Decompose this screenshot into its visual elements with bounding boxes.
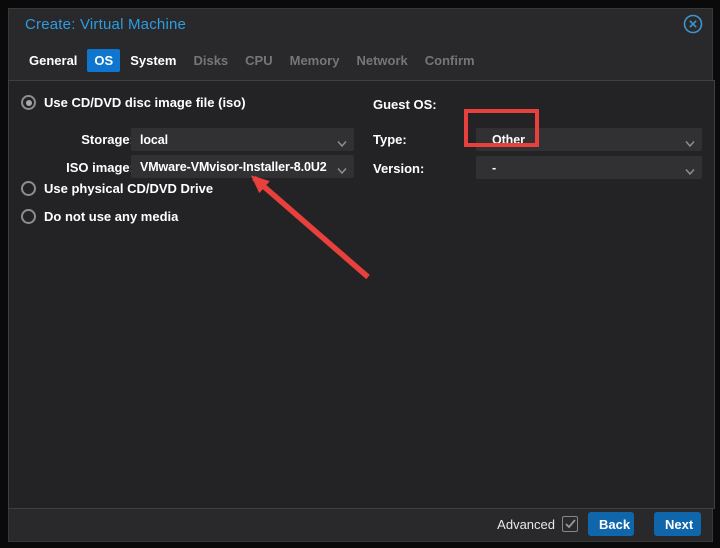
iso-image-dropdown[interactable]: VMware-VMvisor-Installer-8.0U2 (131, 155, 354, 178)
chevron-down-icon (685, 135, 695, 153)
advanced-label: Advanced (497, 516, 555, 532)
iso-image-label: ISO image: (66, 160, 134, 175)
create-vm-dialog: Create: Virtual Machine General OS Syste… (8, 8, 715, 542)
guest-os-version-value: - (492, 160, 497, 175)
radio-physical-drive[interactable]: Use physical CD/DVD Drive (21, 181, 213, 196)
guest-os-heading: Guest OS: (373, 97, 437, 112)
tab-os[interactable]: OS (87, 48, 121, 72)
storage-value: local (140, 132, 168, 147)
guest-os-version-dropdown[interactable]: - (476, 156, 702, 179)
dialog-title: Create: Virtual Machine (25, 16, 187, 33)
radio-use-iso-label: Use CD/DVD disc image file (iso) (44, 95, 246, 110)
chevron-down-icon (337, 162, 347, 180)
chevron-down-icon (337, 135, 347, 153)
tab-disks: Disks (193, 52, 229, 68)
tab-general[interactable]: General (22, 49, 84, 72)
radio-unselected-icon[interactable] (21, 181, 36, 196)
type-label: Type: (373, 132, 407, 147)
radio-physical-label: Use physical CD/DVD Drive (44, 181, 214, 196)
version-label: Version: (373, 161, 425, 176)
radio-unselected-icon[interactable] (21, 209, 36, 224)
next-button[interactable]: Next (654, 512, 701, 536)
os-form-panel: Use CD/DVD disc image file (iso) Storage… (8, 80, 715, 509)
radio-no-media[interactable]: Do not use any media (21, 209, 178, 224)
dialog-footer: Advanced Back Next (9, 507, 712, 541)
dialog-titlebar: Create: Virtual Machine (9, 9, 712, 41)
back-button[interactable]: Back (588, 512, 634, 536)
check-icon (564, 519, 576, 529)
wizard-tabs: General OS System Disks CPU Memory Netwo… (22, 48, 485, 72)
radio-use-iso[interactable]: Use CD/DVD disc image file (iso) (21, 95, 246, 110)
tab-confirm: Confirm (424, 52, 475, 68)
radio-selected-icon[interactable] (21, 95, 36, 110)
tab-system[interactable]: System (123, 49, 183, 72)
tab-memory: Memory (289, 52, 340, 68)
guest-os-type-dropdown[interactable]: Other (476, 128, 702, 151)
close-icon[interactable] (683, 14, 703, 34)
chevron-down-icon (685, 163, 695, 181)
advanced-checkbox[interactable] (562, 516, 578, 532)
tab-network: Network (356, 52, 408, 68)
storage-dropdown[interactable]: local (131, 128, 354, 151)
storage-label: Storage: (81, 132, 134, 147)
guest-os-type-value: Other (492, 132, 525, 147)
tab-cpu: CPU (245, 52, 273, 68)
iso-image-value: VMware-VMvisor-Installer-8.0U2 (140, 159, 327, 174)
radio-no-media-label: Do not use any media (44, 209, 179, 224)
